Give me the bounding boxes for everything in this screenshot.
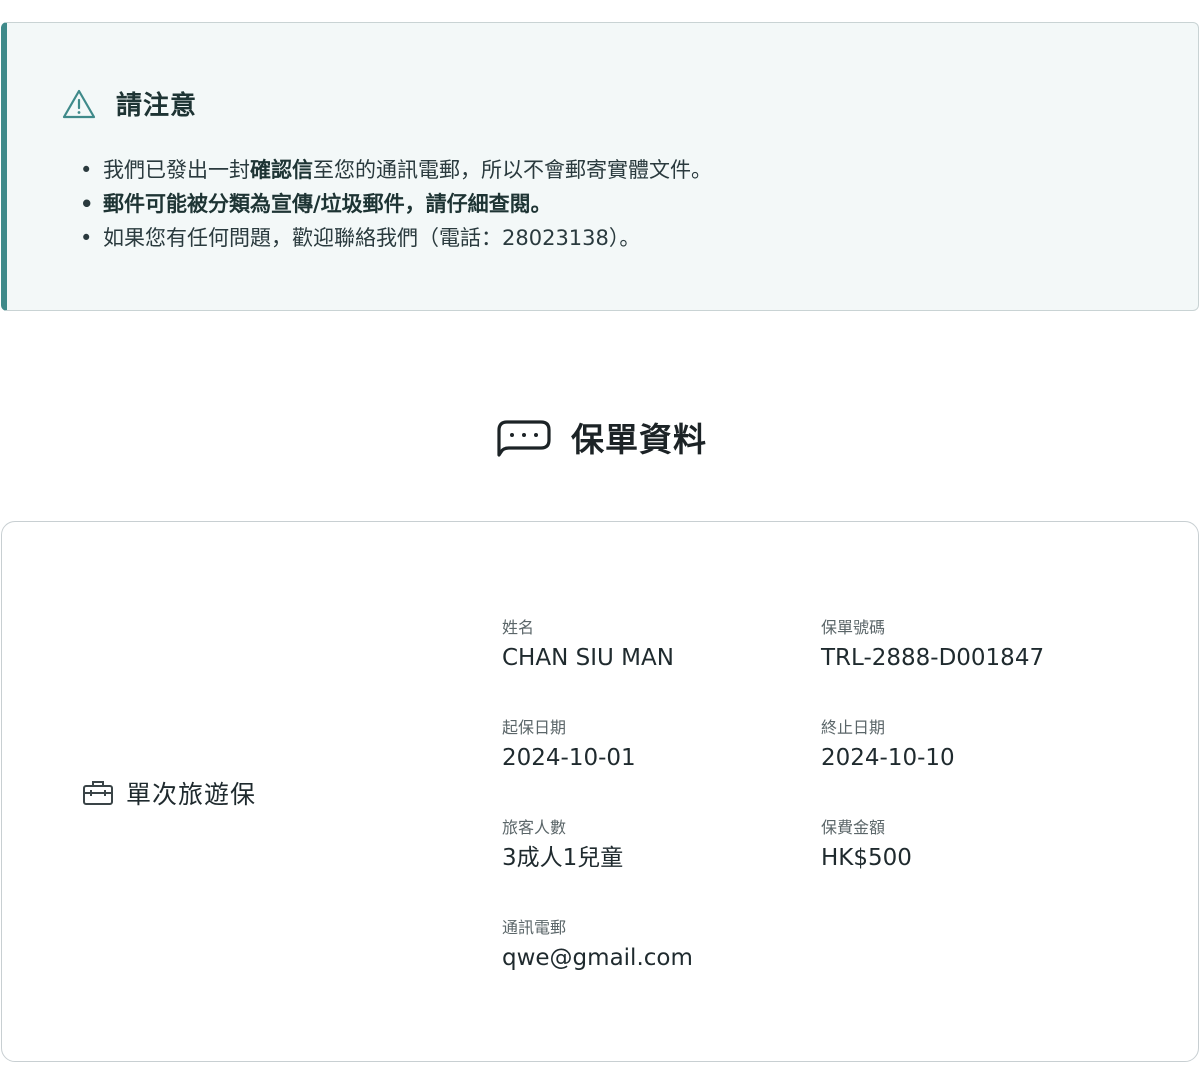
field-label: 起保日期 xyxy=(502,718,567,737)
field-value: CHAN SIU MAN xyxy=(502,645,674,671)
field-label: 旅客人數 xyxy=(502,818,567,837)
field-label: 保費金額 xyxy=(821,818,886,837)
field-end-date: 終止日期 2024-10-10 xyxy=(821,718,955,772)
field-value: TRL-2888-D001847 xyxy=(821,645,1045,671)
notice-box: 請注意 我們已發出一封確認信至您的通訊電郵，所以不會郵寄實體文件。 郵件可能被分… xyxy=(1,22,1199,311)
field-policy-number: 保單號碼 TRL-2888-D001847 xyxy=(821,618,1044,672)
notice-list: 我們已發出一封確認信至您的通訊電郵，所以不會郵寄實體文件。 郵件可能被分類為宣傳… xyxy=(77,153,712,255)
field-name: 姓名 CHAN SIU MAN xyxy=(502,618,674,672)
field-value: qwe@gmail.com xyxy=(502,945,693,971)
field-start-date: 起保日期 2024-10-01 xyxy=(502,718,636,772)
field-travellers: 旅客人數 3成人1兒童 xyxy=(502,818,623,872)
field-label: 終止日期 xyxy=(821,718,886,737)
section-header: 保單資料 xyxy=(495,413,707,461)
plan-name: 單次旅遊保 xyxy=(126,780,257,809)
briefcase-icon xyxy=(82,779,114,807)
notice-header: 請注意 xyxy=(62,85,197,122)
plan-type: 單次旅遊保 xyxy=(82,775,256,811)
notice-item-confirmation: 我們已發出一封確認信至您的通訊電郵，所以不會郵寄實體文件。 xyxy=(77,153,712,187)
notice-title: 請注意 xyxy=(116,91,198,121)
field-label: 通訊電郵 xyxy=(502,918,567,937)
field-value: 3成人1兒童 xyxy=(502,845,624,871)
field-email: 通訊電郵 qwe@gmail.com xyxy=(502,918,693,972)
chat-bubble-icon xyxy=(495,414,553,460)
field-label: 保單號碼 xyxy=(821,618,886,637)
field-label: 姓名 xyxy=(502,618,535,637)
notice-item-contact: 如果您有任何問題，歡迎聯絡我們（電話：28023138）。 xyxy=(77,221,712,255)
policy-card: 單次旅遊保 姓名 CHAN SIU MAN 保單號碼 TRL-2888-D001… xyxy=(1,521,1199,1062)
section-title: 保單資料 xyxy=(571,420,707,459)
field-value: HK$500 xyxy=(821,845,912,871)
field-premium: 保費金額 HK$500 xyxy=(821,818,912,872)
page: 請注意 我們已發出一封確認信至您的通訊電郵，所以不會郵寄實體文件。 郵件可能被分… xyxy=(0,0,1202,1088)
field-value: 2024-10-10 xyxy=(821,745,955,771)
warning-icon xyxy=(62,89,96,119)
notice-item-spam-warning: 郵件可能被分類為宣傳/垃圾郵件，請仔細查閱。 xyxy=(77,187,712,221)
field-value: 2024-10-01 xyxy=(502,745,636,771)
